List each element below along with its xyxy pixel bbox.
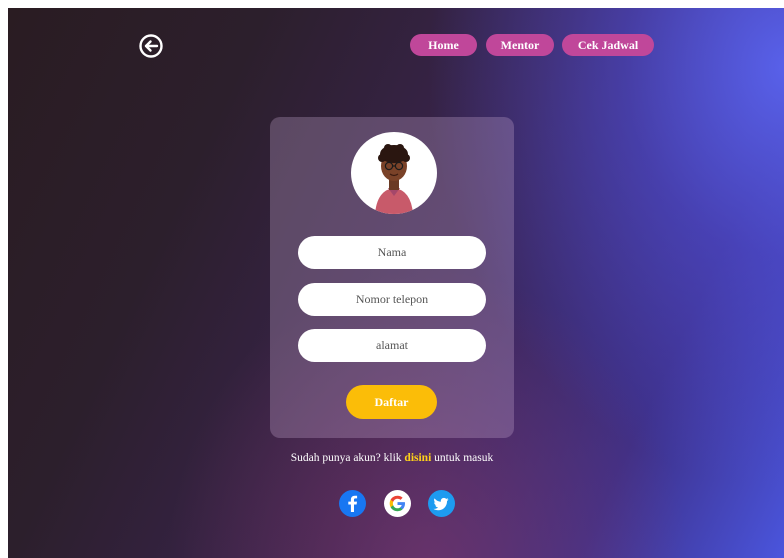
login-prefix: Sudah punya akun? klik (290, 452, 405, 464)
login-suffix: untuk masuk (431, 452, 494, 464)
nav-home-button[interactable]: Home (410, 34, 477, 56)
name-field[interactable]: Nama (298, 236, 486, 269)
phone-field[interactable]: Nomor telepon (298, 283, 486, 316)
facebook-icon[interactable] (339, 490, 366, 517)
google-icon[interactable] (384, 490, 411, 517)
registration-card: Nama Nomor telepon alamat Daftar (270, 117, 514, 438)
login-link[interactable]: disini (404, 452, 431, 464)
register-button[interactable]: Daftar (346, 385, 437, 419)
login-prompt: Sudah punya akun? klik disini untuk masu… (0, 452, 784, 464)
address-field[interactable]: alamat (298, 329, 486, 362)
avatar (351, 132, 437, 214)
twitter-icon[interactable] (428, 490, 455, 517)
nav-mentor-button[interactable]: Mentor (486, 34, 554, 56)
back-arrow-icon[interactable] (138, 33, 164, 59)
nav-schedule-button[interactable]: Cek Jadwal (562, 34, 654, 56)
